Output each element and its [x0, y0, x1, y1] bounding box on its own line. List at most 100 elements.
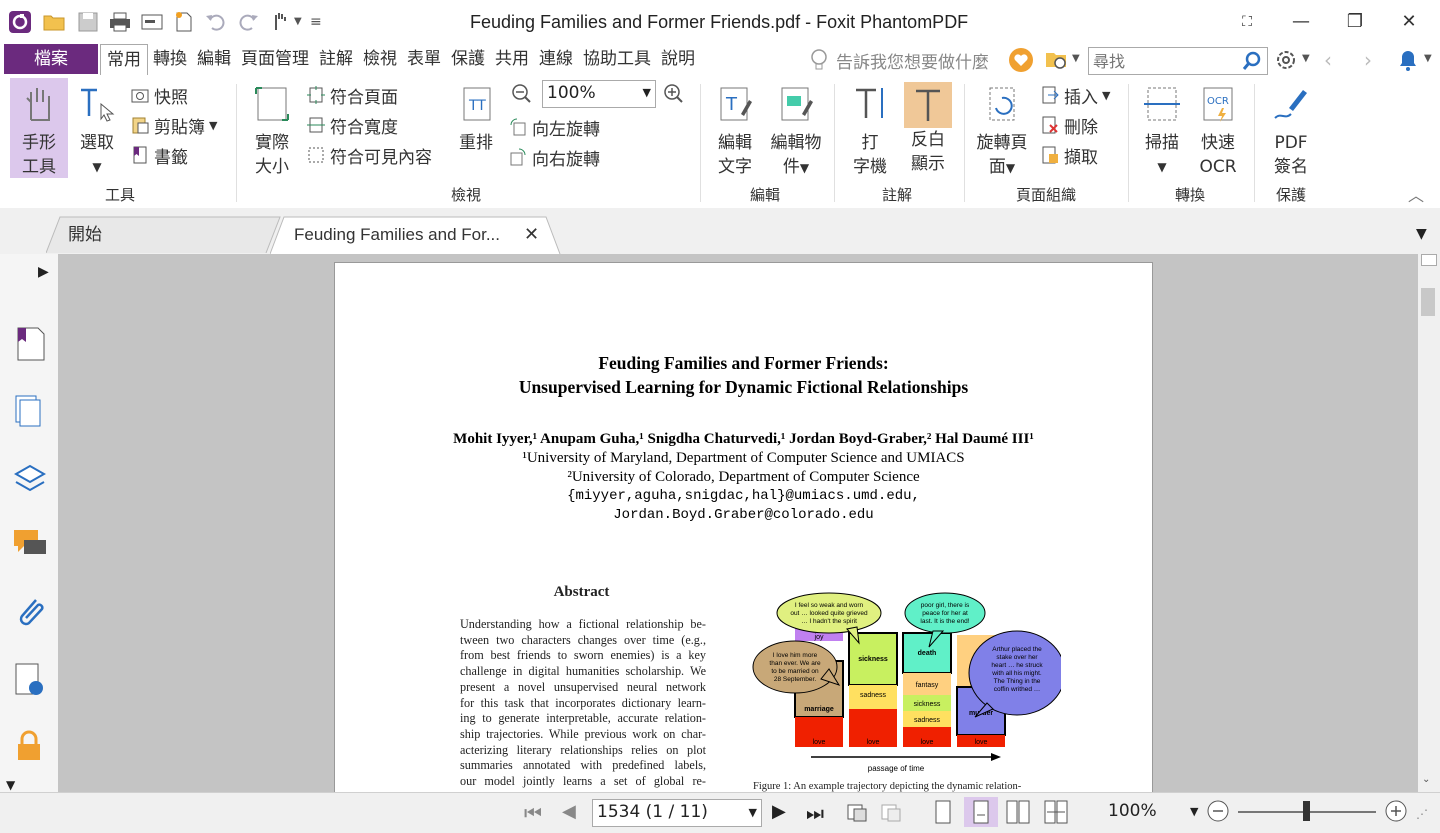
minimize-button[interactable]: —: [1286, 8, 1316, 36]
chevron-down-icon[interactable]: ▼: [1072, 53, 1080, 64]
bookmark-button[interactable]: 書籤: [130, 142, 188, 168]
bookmark-panel-icon[interactable]: [12, 326, 48, 362]
actual-size-button[interactable]: 實際 大小: [248, 78, 296, 178]
search-folder-icon[interactable]: [1044, 47, 1070, 73]
fit-visible-button[interactable]: 符合可見內容: [306, 142, 432, 168]
tell-me-input[interactable]: 告訴我您想要做什麼: [836, 48, 989, 73]
single-page-view-icon[interactable]: [932, 799, 954, 825]
panel-scroll-down-icon[interactable]: ▼: [6, 778, 15, 792]
snapshot-button[interactable]: 快照: [130, 82, 188, 108]
file-menu-tab[interactable]: 檔案: [4, 44, 98, 74]
tab-protect[interactable]: 保護: [446, 44, 490, 74]
typewriter-button[interactable]: 打 字機: [844, 78, 896, 178]
chevron-down-icon[interactable]: ▼: [1190, 805, 1198, 818]
tab-form[interactable]: 表單: [402, 44, 446, 74]
fit-width-button[interactable]: 符合寬度: [306, 112, 398, 138]
next-view-icon[interactable]: [880, 801, 902, 823]
search-icon[interactable]: [1241, 50, 1263, 72]
tab-connect[interactable]: 連線: [534, 44, 578, 74]
scroll-up-button[interactable]: [1421, 254, 1437, 266]
document-view[interactable]: Feuding Families and Former Friends: Uns…: [58, 254, 1418, 792]
tab-accessibility[interactable]: 協助工具: [578, 44, 656, 74]
chevron-down-icon[interactable]: ▼: [1302, 53, 1310, 64]
zoom-in-icon[interactable]: [1384, 799, 1408, 823]
tab-comment[interactable]: 註解: [314, 44, 358, 74]
expand-panel-icon[interactable]: ▶: [38, 264, 49, 280]
quick-ocr-button[interactable]: OCR 快速 OCR: [1192, 78, 1244, 178]
collapse-ribbon-icon[interactable]: ︿: [1408, 182, 1424, 206]
zoom-slider-handle[interactable]: [1303, 801, 1310, 821]
close-button[interactable]: ✕: [1394, 8, 1424, 36]
undo-icon[interactable]: [204, 10, 228, 34]
pdf-sign-button[interactable]: PDF 簽名: [1262, 78, 1320, 178]
hand-tool-icon[interactable]: [268, 10, 292, 34]
comments-panel-icon[interactable]: [12, 526, 48, 562]
facing-view-icon[interactable]: [1006, 799, 1030, 825]
open-folder-icon[interactable]: [42, 10, 66, 34]
bell-icon[interactable]: [1396, 48, 1420, 72]
rotate-pages-button[interactable]: 旋轉頁 面▼: [972, 78, 1032, 178]
foxit-logo-icon[interactable]: [8, 10, 32, 34]
save-icon[interactable]: [76, 10, 100, 34]
fit-page-button[interactable]: 符合頁面: [306, 82, 398, 108]
signatures-panel-icon[interactable]: [12, 662, 48, 698]
edit-object-button[interactable]: 編輯物 件▼: [766, 78, 826, 178]
select-tool-button[interactable]: 選取 ▼: [74, 78, 120, 178]
attachments-panel-icon[interactable]: [12, 594, 48, 630]
insert-pages-button[interactable]: 插入 ▼: [1040, 82, 1110, 108]
tab-organize[interactable]: 頁面管理: [236, 44, 314, 74]
print-icon[interactable]: [108, 10, 132, 34]
first-page-icon[interactable]: ⏮: [524, 801, 542, 825]
continuous-view-icon[interactable]: [964, 797, 998, 827]
close-tab-icon[interactable]: ✕: [524, 216, 539, 253]
scroll-down-icon[interactable]: ⌄: [1422, 774, 1430, 785]
window-icon[interactable]: [140, 10, 164, 34]
next-page-icon[interactable]: ▶: [772, 801, 786, 822]
rotate-right-button[interactable]: 向右旋轉: [508, 144, 600, 170]
search-input[interactable]: [1089, 48, 1235, 74]
pages-panel-icon[interactable]: [12, 394, 48, 430]
edit-text-button[interactable]: T 編輯 文字: [710, 78, 760, 178]
customize-toolbar-icon[interactable]: ≡: [310, 10, 334, 34]
clipboard-button[interactable]: 剪貼簿 ▼: [130, 112, 217, 138]
forward-arrow-icon[interactable]: ›: [1364, 48, 1372, 72]
scan-button[interactable]: 掃描 ▼: [1136, 78, 1188, 178]
rotate-left-button[interactable]: 向左旋轉: [508, 114, 600, 140]
hand-tool-button[interactable]: 手形 工具: [10, 78, 68, 178]
zoom-select[interactable]: 100% ▼: [542, 80, 656, 108]
delete-pages-button[interactable]: 刪除: [1040, 112, 1098, 138]
tab-start[interactable]: 開始: [46, 216, 281, 253]
new-document-icon[interactable]: [172, 10, 196, 34]
zoom-out-icon[interactable]: [1206, 799, 1230, 823]
reflow-button[interactable]: TT 重排: [454, 78, 498, 178]
heart-icon[interactable]: [1008, 47, 1034, 73]
tab-edit[interactable]: 編輯: [192, 44, 236, 74]
search-field[interactable]: [1088, 47, 1268, 75]
tab-convert[interactable]: 轉換: [148, 44, 192, 74]
redo-icon[interactable]: [236, 10, 260, 34]
tab-document[interactable]: Feuding Families and For... ✕: [270, 216, 561, 254]
zoom-out-icon[interactable]: [510, 82, 532, 104]
fullscreen-icon[interactable]: ⛶: [1232, 8, 1262, 36]
back-arrow-icon[interactable]: ‹: [1324, 48, 1332, 72]
extract-pages-button[interactable]: 擷取: [1040, 142, 1098, 168]
highlight-button[interactable]: 反白 顯示: [904, 82, 952, 178]
tab-help[interactable]: 說明: [656, 44, 700, 74]
last-page-icon[interactable]: ⏭: [806, 801, 824, 825]
chevron-down-icon[interactable]: ▼: [1424, 53, 1432, 64]
vertical-scrollbar[interactable]: ⌄: [1418, 254, 1440, 792]
security-lock-icon[interactable]: [12, 728, 48, 764]
gear-icon[interactable]: [1274, 48, 1298, 72]
tab-view[interactable]: 檢視: [358, 44, 402, 74]
tab-share[interactable]: 共用: [490, 44, 534, 74]
maximize-button[interactable]: ❐: [1340, 8, 1370, 36]
continuous-facing-view-icon[interactable]: [1044, 799, 1068, 825]
zoom-in-icon[interactable]: [662, 82, 684, 104]
status-zoom-value[interactable]: 100%: [1108, 801, 1157, 821]
previous-page-icon[interactable]: ◀: [562, 801, 576, 822]
layers-panel-icon[interactable]: [12, 460, 48, 496]
tab-list-chevron-icon[interactable]: ▼: [1416, 226, 1427, 242]
page-number-field[interactable]: 1534 (1 / 11) ▼: [592, 799, 762, 827]
tab-home[interactable]: 常用: [100, 44, 148, 75]
scroll-thumb[interactable]: [1421, 288, 1435, 316]
